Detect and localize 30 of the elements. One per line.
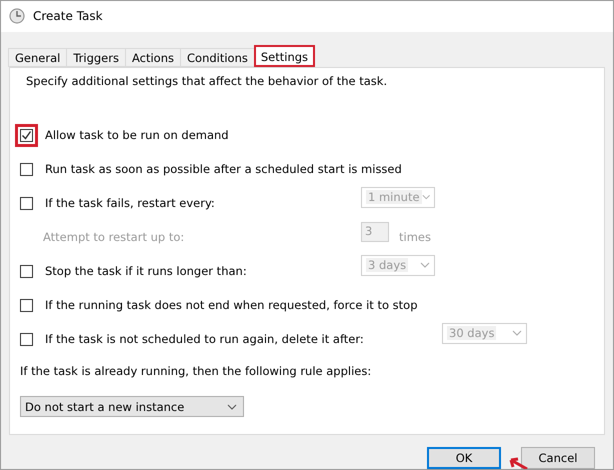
option-label: If the running task does not end when requested, force it to stop xyxy=(45,298,419,312)
caret-icon xyxy=(420,262,430,268)
clock-icon xyxy=(9,8,25,24)
option-label: If the task is not scheduled to run again, delete it after: xyxy=(45,332,365,346)
option-label: Attempt to restart up to: xyxy=(42,230,186,244)
caret-icon xyxy=(227,404,237,410)
tab[interactable]: Actions xyxy=(124,48,181,68)
option-label: If the task fails, restart every: xyxy=(45,196,216,210)
tab[interactable]: Conditions xyxy=(180,48,255,68)
window-title: Create Task xyxy=(33,9,103,24)
option-label: Run task as soon as possible after a scheduled start is missed xyxy=(45,162,403,176)
unit-label: times xyxy=(399,230,431,244)
description-text: Specify additional settings that affect the behavior of the task. xyxy=(26,74,388,90)
rule-dropdown[interactable]: Do not start a new instance xyxy=(20,396,244,418)
option-label: Allow task to be run on demand xyxy=(45,128,230,142)
cancel-button[interactable]: Cancel xyxy=(521,447,595,469)
checkbox[interactable] xyxy=(20,162,33,176)
tab[interactable]: Triggers xyxy=(66,48,126,68)
checkbox[interactable] xyxy=(20,128,33,142)
option-label: Stop the task if it runs longer than: xyxy=(45,264,248,278)
rule-label: If the task is already running, then the following rule applies: xyxy=(20,364,372,378)
checkbox[interactable] xyxy=(20,332,33,346)
checkbox[interactable] xyxy=(20,264,33,278)
tab[interactable]: General xyxy=(8,48,68,68)
checkbox[interactable] xyxy=(20,298,33,312)
caret-icon xyxy=(422,194,430,200)
caret-icon xyxy=(512,330,522,336)
ok-button[interactable]: OK xyxy=(427,447,501,469)
checkbox[interactable] xyxy=(20,196,33,210)
tab[interactable]: Settings xyxy=(254,45,316,68)
